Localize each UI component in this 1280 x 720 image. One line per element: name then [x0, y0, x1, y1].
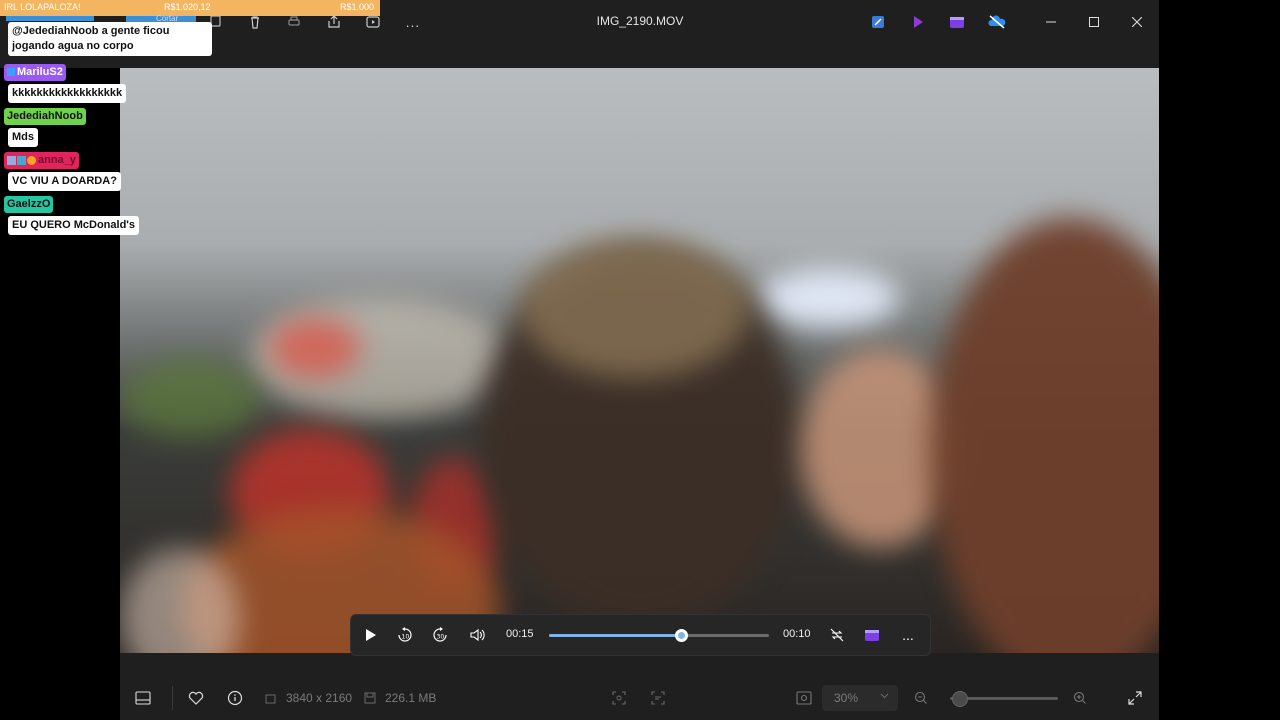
chat-user-chip-partial	[6, 16, 94, 21]
forward-30-button[interactable]: 30	[428, 623, 452, 647]
onedrive-offline-icon[interactable]	[987, 12, 1007, 32]
face-detect-icon[interactable]	[609, 688, 629, 708]
chat-username: JedediahNoob	[4, 108, 86, 125]
text-detect-icon[interactable]	[648, 688, 668, 708]
svg-text:30: 30	[437, 634, 445, 641]
zoom-value: 30%	[834, 691, 859, 705]
chevron-down-icon	[880, 691, 889, 702]
zoom-out-icon[interactable]	[911, 688, 931, 708]
user-badge-icon	[7, 155, 16, 165]
user-badge-icon	[27, 155, 36, 165]
stream-right-panel	[1159, 0, 1280, 720]
rewind-10-button[interactable]: 10	[393, 623, 417, 647]
media-controls: 10 30 00:15 00:10 ...	[350, 614, 931, 656]
repeat-off-icon[interactable]	[825, 623, 849, 647]
play-button[interactable]	[359, 623, 383, 647]
resolution-text: 3840 x 2160	[286, 691, 353, 705]
video-frame[interactable]	[120, 68, 1159, 653]
banner-amount: R$1.020,12	[164, 2, 211, 12]
volume-icon[interactable]	[466, 623, 490, 647]
chat-message: Mds	[8, 128, 38, 147]
filmstrip-icon[interactable]	[133, 688, 153, 708]
actual-size-icon[interactable]	[794, 688, 814, 708]
clipchamp-edit-icon[interactable]	[860, 623, 884, 647]
favorite-icon[interactable]	[186, 688, 206, 708]
chat-message: VC VIU A DOARDA?	[8, 172, 121, 191]
maximize-button[interactable]	[1081, 10, 1107, 34]
file-size-text: 226.1 MB	[385, 691, 437, 705]
svg-text:10: 10	[402, 634, 410, 641]
seek-bar[interactable]	[549, 629, 769, 642]
user-badge-icon	[17, 155, 26, 165]
chat-username: MariluS2	[4, 64, 66, 81]
chat-message: kkkkkkkkkkkkkkkkkk	[8, 84, 127, 103]
photos-app-window: ... IMG_2190.MOV 10 30 00:15 00:10 ... 3…	[0, 0, 1159, 720]
zoom-slider-thumb[interactable]	[951, 691, 968, 707]
banner-title: IRL LOLAPALOZA!	[4, 2, 81, 12]
clipchamp-icon[interactable]	[947, 12, 967, 32]
chat-message: @JedediahNoob a gente ficou jogando agua…	[8, 22, 212, 56]
current-time: 00:15	[506, 628, 534, 640]
more-options-icon[interactable]: ...	[403, 12, 423, 32]
edit-app-icon[interactable]	[868, 12, 888, 32]
chat-username: anna_y	[4, 152, 79, 169]
donation-banner: IRL LOLAPALOZA! R$1.020,12 R$1.000	[0, 0, 380, 16]
zoom-slider[interactable]	[950, 691, 1058, 707]
banner-goal: R$1.000	[340, 2, 375, 12]
seek-thumb[interactable]	[675, 629, 688, 642]
remaining-time: 00:10	[783, 628, 811, 640]
window-title: IMG_2190.MOV	[596, 14, 684, 28]
user-badge-icon	[7, 68, 15, 77]
fullscreen-icon[interactable]	[1125, 688, 1145, 708]
file-size-icon	[360, 688, 380, 708]
player-more-icon[interactable]: ...	[896, 623, 920, 647]
status-bar: 3840 x 2160 226.1 MB 30%	[120, 676, 1159, 720]
designer-app-icon[interactable]	[908, 12, 928, 32]
resolution-icon	[261, 688, 281, 708]
minimize-button[interactable]	[1038, 10, 1064, 34]
chat-message: EU QUERO McDonald's	[8, 216, 140, 235]
close-button[interactable]	[1124, 10, 1150, 34]
divider	[172, 686, 173, 710]
seek-progress	[549, 634, 681, 637]
zoom-dropdown[interactable]: 30%	[822, 685, 898, 711]
info-icon[interactable]	[225, 688, 245, 708]
chat-username: GaelzzO	[4, 196, 54, 213]
zoom-in-icon[interactable]	[1070, 688, 1090, 708]
